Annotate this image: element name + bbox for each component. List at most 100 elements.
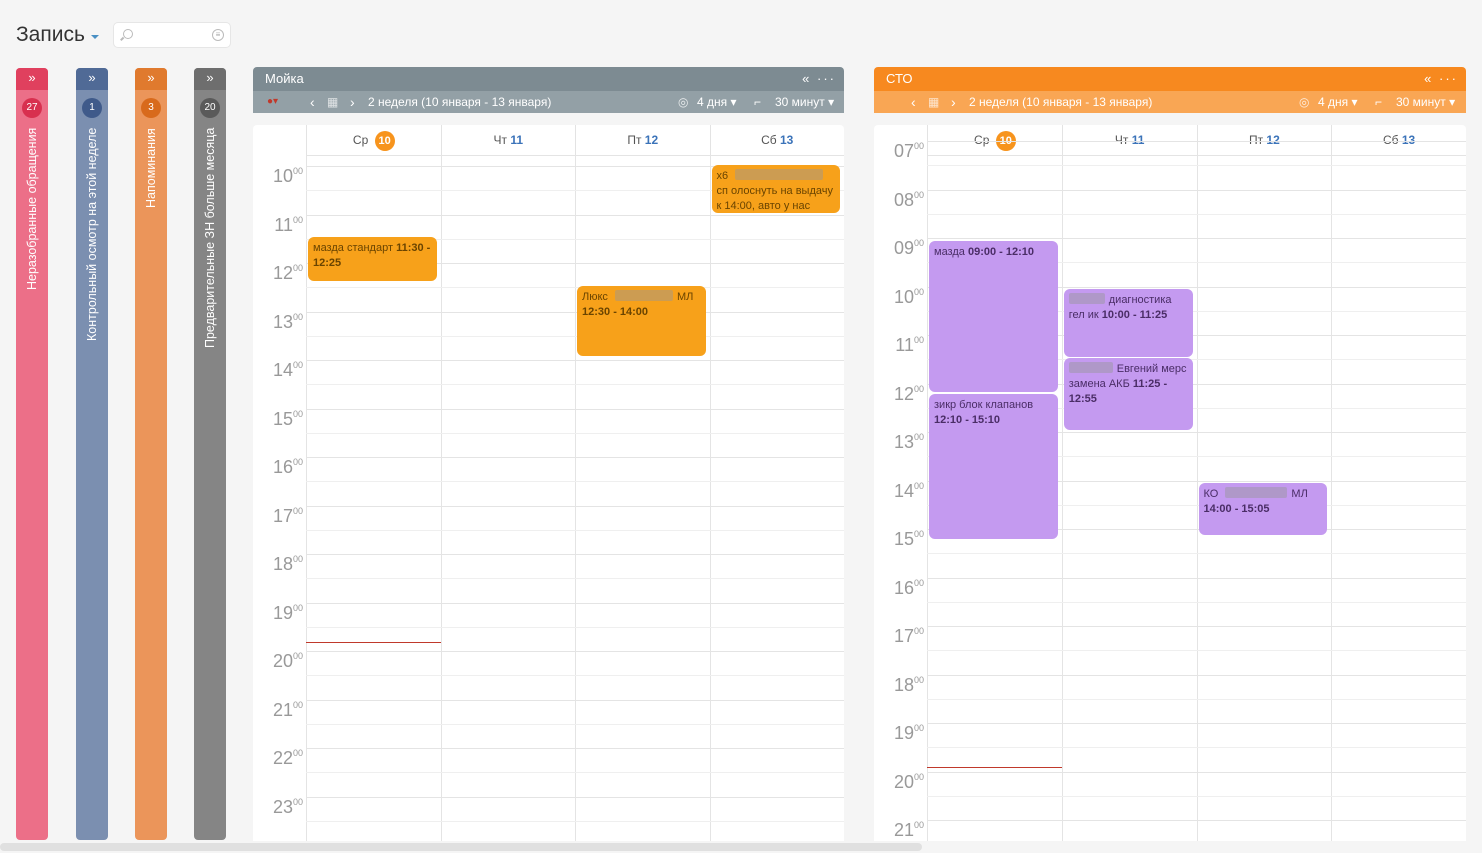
event-time: 10:00 - 11:25: [1101, 309, 1168, 321]
day-header[interactable]: Ср 10: [306, 125, 441, 155]
step-icon[interactable]: ⌐: [1375, 91, 1382, 113]
hour-value: 18: [893, 674, 914, 695]
event-title: зикр блок клапанов: [934, 399, 1034, 411]
eye-icon[interactable]: ◎: [1299, 91, 1309, 113]
hour-value: 16: [272, 457, 293, 477]
column-divider: [1061, 155, 1063, 841]
search-box[interactable]: ≡: [112, 22, 231, 48]
day-header[interactable]: Пт 12: [575, 125, 710, 155]
day-name: Ср: [974, 133, 993, 147]
half-hour-line: [306, 723, 844, 725]
day-header[interactable]: Ср 10: [927, 125, 1062, 155]
calendar-icon[interactable]: ▦: [928, 91, 939, 113]
side-column[interactable]: » 27 Неразобранные обращения: [16, 68, 48, 840]
minutes-value: 00: [913, 577, 924, 588]
panel-header: СТО « ···: [874, 67, 1466, 91]
prev-icon[interactable]: ‹: [911, 91, 916, 113]
more-icon[interactable]: « ···: [802, 67, 836, 91]
hour-label: 1500: [253, 409, 303, 430]
step-select[interactable]: 30 минут ▾: [775, 91, 834, 113]
half-hour-line: [306, 675, 844, 677]
hour-line: [927, 771, 1466, 773]
appointment-event[interactable]: диагностика гел ик 10:00 - 11:25: [1063, 289, 1193, 357]
hour-label: 2200: [253, 748, 303, 769]
calendar-grid: Ср 10 Чт 11 Пт 12 Сб 13 0700 0800 0900 1000 1100…: [874, 125, 1466, 841]
step-icon[interactable]: ⌐: [754, 91, 761, 113]
appointment-event[interactable]: КО МЛ 14:00 - 15:05: [1198, 483, 1328, 535]
hour-value: 11: [274, 214, 293, 235]
column-divider: [440, 155, 442, 841]
day-header[interactable]: Сб 13: [709, 125, 845, 155]
days-view-select[interactable]: 4 дня ▾: [697, 91, 737, 113]
panel-title[interactable]: СТО: [886, 71, 912, 86]
appointment-event[interactable]: мазда 09:00 - 12:10: [929, 241, 1058, 392]
filter-icon[interactable]: ≡: [211, 29, 224, 41]
hour-label: 2000: [253, 651, 303, 672]
hour-line: [927, 674, 1466, 676]
hour-label: 1100: [253, 215, 303, 236]
hour-line: [306, 505, 844, 507]
days-view-select[interactable]: 4 дня ▾: [1318, 91, 1358, 113]
day-name: Сб: [1383, 133, 1402, 147]
expand-icon[interactable]: »: [76, 68, 108, 90]
minutes-value: 00: [913, 723, 924, 733]
hour-line: [306, 651, 844, 652]
expand-icon[interactable]: »: [135, 68, 167, 90]
side-column[interactable]: » 1 Контрольный осмотр на этой неделе: [76, 68, 108, 840]
minutes-value: 00: [913, 626, 924, 636]
next-icon[interactable]: ›: [951, 91, 956, 113]
hour-label: 1000: [874, 287, 924, 308]
hour-value: 22: [272, 748, 293, 768]
hour-label: 0700: [874, 141, 924, 162]
day-header[interactable]: Сб 13: [1331, 125, 1466, 155]
week-label: 2 неделя (10 января - 13 января): [368, 95, 552, 109]
half-hour-line: [306, 481, 844, 483]
hour-value: 14: [272, 360, 293, 380]
appointment-event[interactable]: мазда стандарт 11:30 - 12:25: [308, 237, 437, 281]
panel-title[interactable]: Мойка: [265, 71, 304, 86]
appointment-event[interactable]: Евгений мерс замена АКБ 11:25 - 12:55: [1063, 358, 1193, 430]
day-name: Сб: [761, 133, 780, 147]
horizontal-scrollbar[interactable]: [0, 843, 922, 851]
half-hour-line: [306, 626, 844, 628]
prev-icon[interactable]: ‹: [310, 91, 315, 113]
eye-icon[interactable]: ◎: [678, 91, 688, 113]
column-divider: [1331, 155, 1333, 841]
side-column[interactable]: » 3 Напоминания: [135, 68, 167, 840]
chevron-down-icon[interactable]: [90, 35, 99, 39]
hour-value: 23: [272, 796, 293, 817]
avatar-icon[interactable]: ●▾: [267, 91, 278, 113]
more-icon[interactable]: « ···: [1424, 67, 1458, 91]
redacted-name: [1068, 362, 1113, 373]
hour-value: 10: [272, 166, 293, 186]
hour-value: 13: [893, 432, 914, 452]
hour-label: 1800: [874, 675, 924, 696]
appointment-event[interactable]: х6 сп олоснуть на выдачу к 14:00, авто у…: [711, 165, 840, 213]
minutes-value: 00: [292, 263, 303, 273]
search-input[interactable]: [137, 23, 208, 47]
day-header[interactable]: Чт 11: [440, 125, 576, 155]
step-select[interactable]: 30 минут ▾: [1396, 91, 1455, 113]
page-title[interactable]: Запись: [16, 23, 85, 47]
day-header[interactable]: Чт 11: [1061, 125, 1197, 155]
hour-value: 18: [272, 554, 293, 574]
expand-icon[interactable]: »: [194, 68, 226, 90]
side-column[interactable]: » 20 Предварительные ЗН больше месяца: [194, 68, 226, 840]
next-icon[interactable]: ›: [350, 91, 355, 113]
hour-line: [927, 820, 1466, 821]
hour-line: [306, 457, 844, 458]
hour-label: 1300: [253, 312, 303, 333]
day-number: 12: [644, 133, 659, 147]
minutes-value: 00: [292, 457, 303, 467]
event-title: х6: [716, 170, 732, 182]
minutes-value: 00: [913, 820, 924, 830]
appointment-event[interactable]: зикр блок клапанов 12:10 - 15:10: [929, 394, 1058, 539]
appointment-event[interactable]: Люкс МЛ 12:30 - 14:00: [577, 286, 706, 356]
minutes-value: 00: [292, 554, 303, 564]
expand-icon[interactable]: »: [16, 68, 48, 90]
day-header[interactable]: Пт 12: [1196, 125, 1332, 155]
hour-label: 2100: [253, 700, 303, 721]
calendar-icon[interactable]: ▦: [327, 91, 338, 113]
redacted-name: [1225, 487, 1288, 498]
current-time-line: [306, 642, 441, 643]
